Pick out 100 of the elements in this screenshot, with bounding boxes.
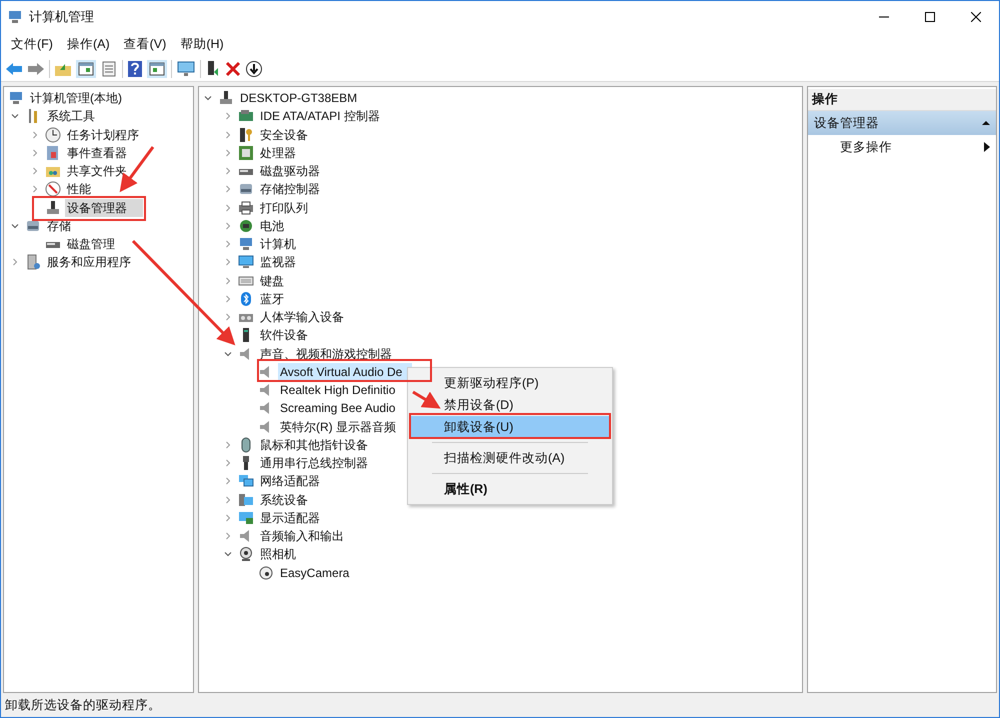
menu-item[interactable]: 文件(F) (5, 32, 59, 56)
tree-item[interactable]: 监视器 (258, 253, 298, 272)
tree-item[interactable]: Screaming Bee Audio (278, 399, 398, 418)
collapse-triangle-icon[interactable] (982, 119, 990, 127)
tree-item[interactable]: 软件设备 (258, 326, 310, 344)
tree-item[interactable]: 磁盘管理 (65, 235, 117, 254)
computer-icon (7, 8, 23, 24)
tree-item[interactable]: 处理器 (258, 144, 298, 162)
back-arrow-icon[interactable] (5, 60, 23, 76)
tree-item[interactable]: 任务计划程序 (65, 126, 141, 144)
tree-item[interactable]: 存储控制器 (258, 180, 322, 198)
menu-item[interactable]: 禁用设备(D) (410, 394, 610, 416)
tree-item[interactable]: 打印队列 (258, 198, 310, 217)
expand-chevron-icon[interactable] (223, 494, 233, 505)
expand-chevron-icon[interactable] (223, 294, 233, 304)
tree-item[interactable]: 系统工具 (45, 107, 97, 126)
forward-arrow-icon[interactable] (27, 60, 45, 76)
expand-chevron-icon[interactable] (223, 531, 233, 542)
menu-item[interactable]: 帮助(H) (174, 32, 230, 56)
expand-chevron-icon[interactable] (10, 257, 20, 268)
tree-item[interactable]: 英特尔(R) 显示器音频 (278, 418, 398, 436)
expand-chevron-icon[interactable] (223, 111, 233, 122)
tree-item[interactable]: 照相机 (258, 545, 298, 564)
menu-item[interactable]: 属性(R) (410, 478, 610, 500)
key-icon (238, 126, 254, 143)
tree-item[interactable]: 安全设备 (258, 126, 310, 144)
section-header[interactable]: 设备管理器 (808, 111, 996, 135)
tree-item[interactable]: 磁盘驱动器 (258, 162, 322, 180)
battery-icon (238, 218, 254, 234)
expand-chevron-icon[interactable] (223, 257, 233, 268)
menu-item[interactable]: 查看(V) (118, 32, 172, 56)
system-device-icon (238, 492, 254, 508)
expand-chevron-icon[interactable] (223, 476, 233, 486)
menu-item[interactable]: 操作(A) (60, 32, 116, 56)
expand-chevron-icon[interactable] (30, 166, 40, 176)
expand-chevron-icon[interactable] (30, 130, 40, 140)
tree-item[interactable]: IDE ATA/ATAPI 控制器 (258, 107, 382, 126)
webcam-icon (238, 546, 254, 562)
expand-chevron-icon[interactable] (223, 239, 233, 250)
expand-chevron-icon[interactable] (223, 276, 233, 286)
action-link[interactable]: 更多操作 (840, 138, 892, 156)
expand-chevron-icon[interactable] (30, 148, 40, 158)
window-title: 计算机管理 (29, 8, 94, 26)
tree-item[interactable]: 系统设备 (258, 490, 310, 509)
tree-item[interactable]: 通用串行总线控制器 (258, 454, 370, 472)
download-icon[interactable] (245, 60, 263, 78)
tree-item[interactable]: 计算机 (258, 235, 298, 254)
tree-item[interactable]: 蓝牙 (258, 290, 286, 308)
tree-item[interactable]: 显示适配器 (258, 508, 322, 527)
tree-pane-icon[interactable] (76, 60, 96, 78)
help-icon[interactable] (127, 60, 143, 78)
tree-item[interactable]: 鼠标和其他指针设备 (258, 436, 370, 454)
expand-chevron-icon[interactable] (223, 130, 233, 140)
device-icon (45, 200, 61, 216)
tree-item[interactable]: 服务和应用程序 (45, 253, 133, 272)
tree-item[interactable]: 网络适配器 (258, 472, 322, 490)
expand-chevron-icon[interactable] (223, 458, 233, 468)
expand-chevron-icon[interactable] (30, 184, 40, 194)
tree-item[interactable]: Realtek High Definitio (278, 381, 398, 400)
device-icon (218, 90, 234, 106)
tree-item[interactable]: 电池 (258, 216, 286, 235)
delete-icon[interactable] (225, 60, 241, 76)
expand-chevron-icon[interactable] (223, 184, 233, 194)
tree-item[interactable]: EasyCamera (278, 564, 352, 582)
tree-item[interactable]: 事件查看器 (65, 144, 129, 162)
submenu-arrow-icon (984, 142, 990, 152)
expand-chevron-icon[interactable] (223, 148, 233, 158)
computer-icon (8, 90, 24, 106)
tree-item[interactable]: 音频输入和输出 (258, 527, 346, 546)
expand-chevron-icon[interactable] (223, 202, 233, 213)
device-update-icon[interactable] (205, 60, 221, 78)
expand-chevron-icon[interactable] (223, 312, 233, 322)
expand-chevron-icon[interactable] (223, 512, 233, 523)
monitor-icon[interactable] (176, 60, 196, 78)
computer-icon (238, 236, 254, 252)
menu-item[interactable]: 更新驱动程序(P) (410, 372, 610, 394)
chip-icon (238, 144, 254, 161)
tree-item[interactable]: DESKTOP-GT38EBM (238, 89, 360, 108)
section-title: 设备管理器 (814, 114, 879, 132)
tree-item[interactable]: 存储 (45, 216, 73, 235)
expand-chevron-icon[interactable] (223, 220, 233, 231)
tree-item[interactable]: Avsoft Virtual Audio De (278, 362, 412, 381)
tree-item[interactable]: 设备管理器 (65, 198, 143, 217)
tree-item[interactable]: 键盘 (258, 272, 286, 290)
monitor-icon (238, 254, 254, 270)
menu-item[interactable]: 卸载设备(U) (410, 416, 610, 438)
expand-chevron-icon[interactable] (223, 166, 233, 176)
printer-icon (238, 200, 254, 216)
status-text: 卸载所选设备的驱动程序。 (5, 696, 161, 714)
expand-chevron-icon[interactable] (223, 440, 233, 450)
network-icon (238, 473, 254, 490)
tree-item[interactable]: 人体学输入设备 (258, 308, 346, 326)
server-icon (25, 254, 41, 270)
menu-item[interactable]: 扫描检测硬件改动(A) (410, 447, 610, 469)
properties-icon[interactable] (100, 60, 118, 78)
action-pane-icon[interactable] (147, 60, 167, 78)
tree-item[interactable]: 计算机管理(本地) (28, 89, 124, 108)
tree-item[interactable]: 性能 (65, 180, 93, 198)
pane-header: 操作 (808, 89, 996, 111)
clock-icon (45, 126, 61, 143)
